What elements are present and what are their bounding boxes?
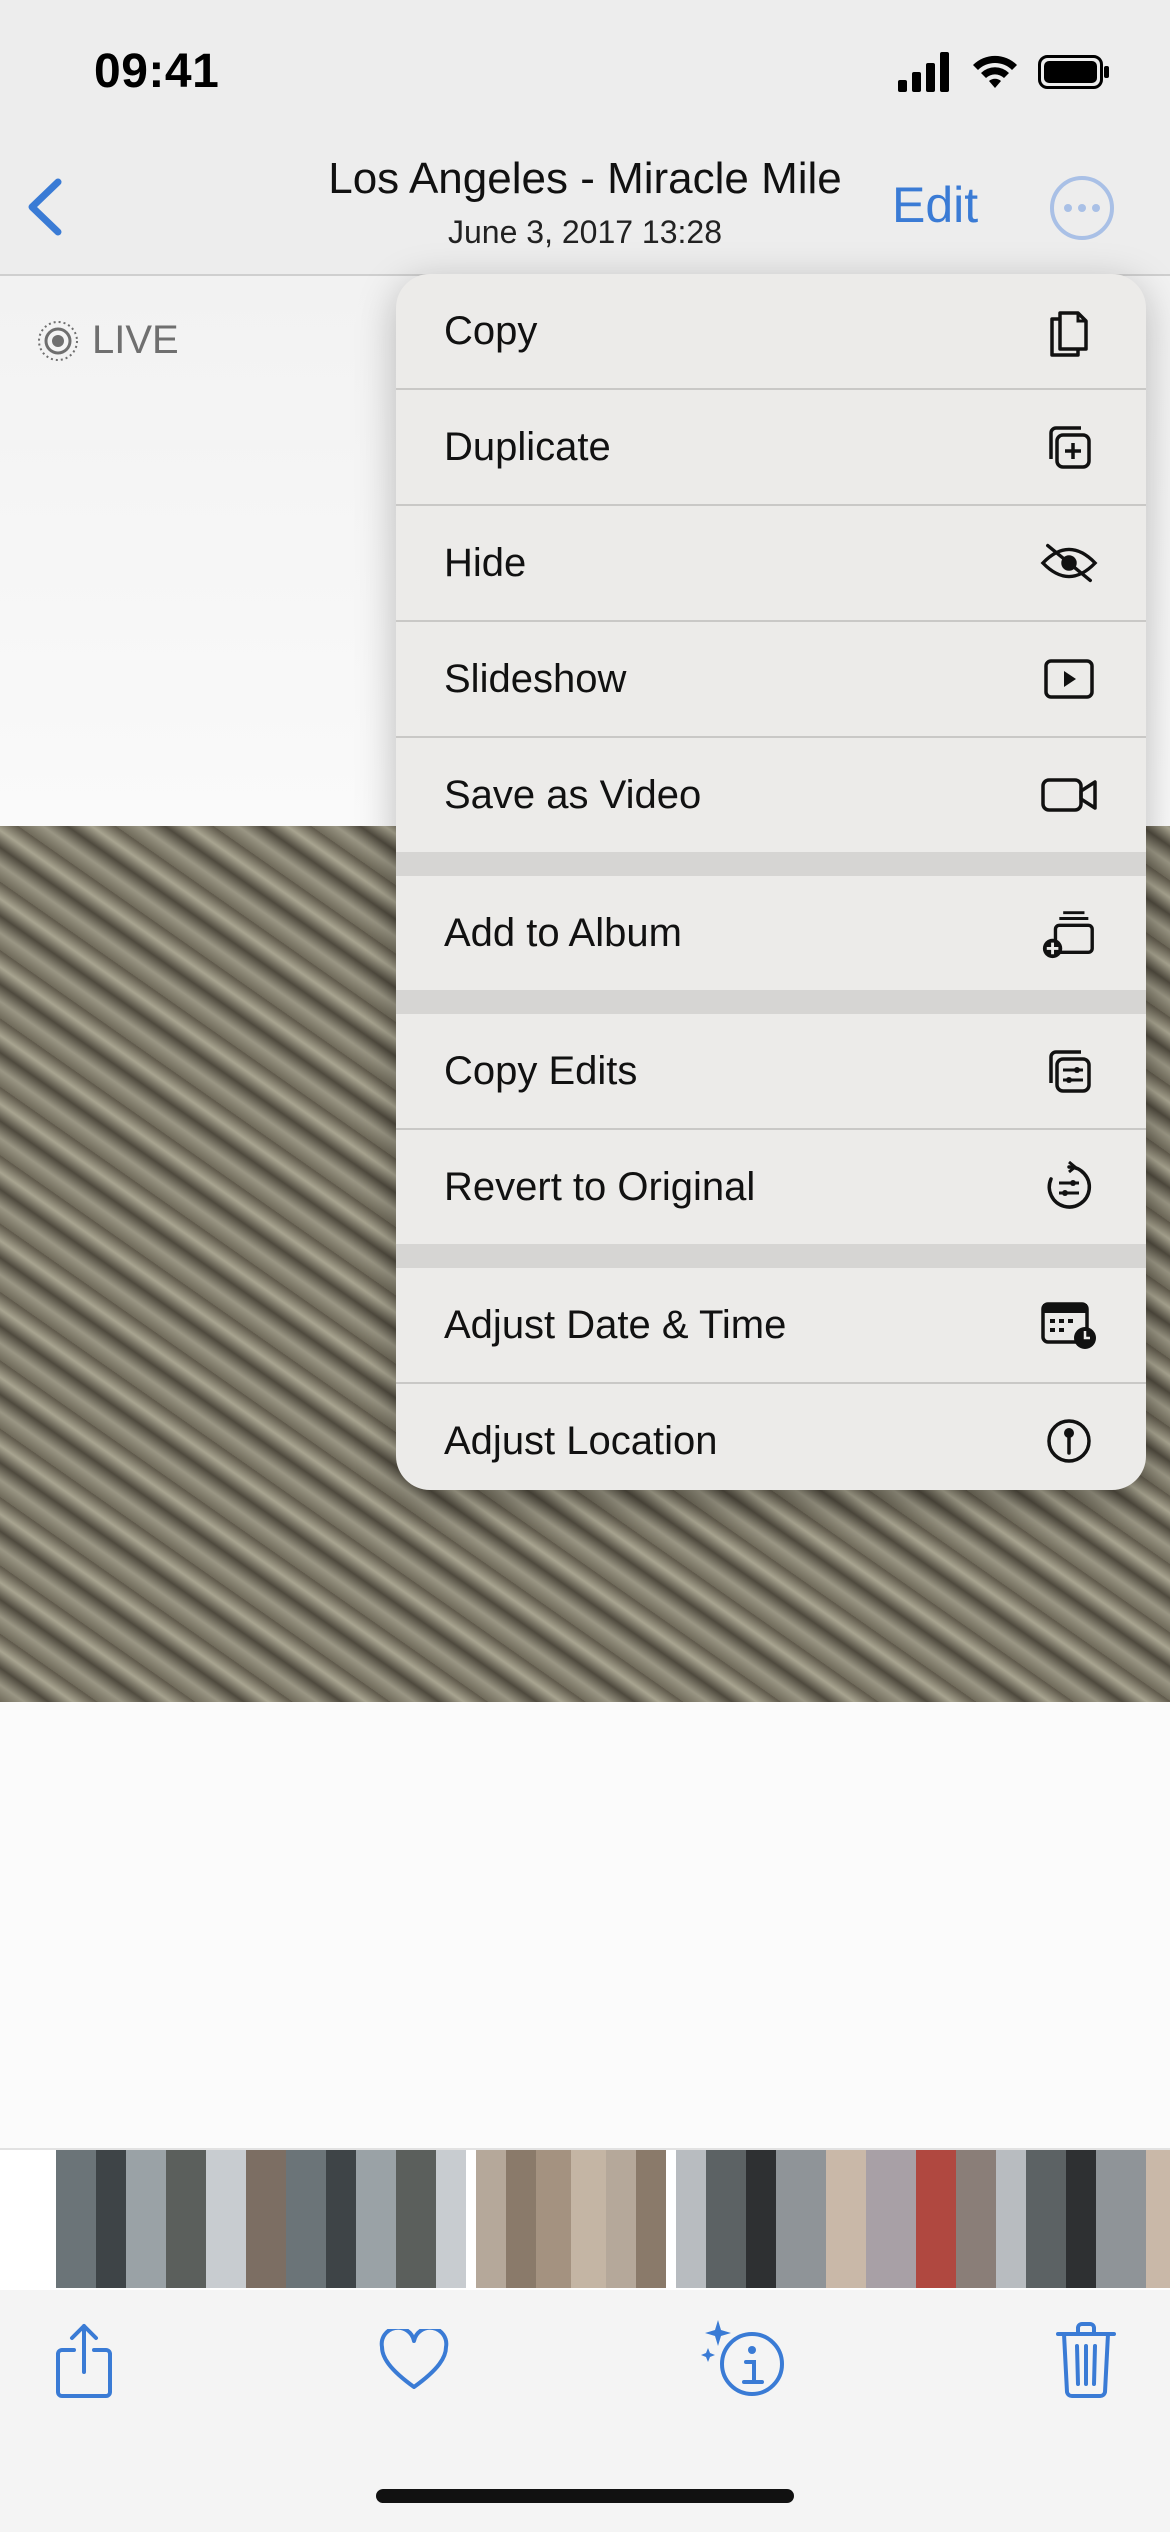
thumbnail[interactable] <box>476 2150 666 2288</box>
more-button[interactable] <box>1050 176 1114 240</box>
eye-slash-icon <box>1040 534 1098 592</box>
menu-item-slideshow[interactable]: Slideshow <box>396 622 1146 736</box>
menu-item-hide[interactable]: Hide <box>396 506 1146 620</box>
wifi-icon <box>970 52 1020 97</box>
menu-item-adjust-date-time[interactable]: Adjust Date & Time <box>396 1268 1146 1382</box>
page-subtitle: June 3, 2017 13:28 <box>447 214 722 250</box>
revert-icon <box>1040 1158 1098 1216</box>
context-menu: Copy Duplicate Hide Slideshow Save as Vi… <box>396 274 1146 1490</box>
status-time: 09:41 <box>94 45 220 98</box>
share-icon <box>56 2324 112 2398</box>
video-camera-icon <box>1040 766 1098 824</box>
info-button[interactable] <box>700 2318 792 2402</box>
battery-icon <box>1038 52 1110 97</box>
page-title: Los Angeles - Miracle Mile <box>328 154 842 203</box>
info-sparkle-icon <box>701 2320 784 2396</box>
share-button[interactable] <box>42 2318 126 2402</box>
menu-item-duplicate[interactable]: Duplicate <box>396 390 1146 504</box>
copy-icon <box>1040 302 1098 360</box>
status-icons <box>898 51 1110 97</box>
thumbnail[interactable] <box>676 2150 1170 2288</box>
copy-edits-icon <box>1040 1042 1098 1100</box>
live-label: LIVE <box>92 318 179 362</box>
location-pin-icon <box>1040 1412 1098 1470</box>
thumbnail[interactable] <box>56 2150 466 2288</box>
menu-item-copy[interactable]: Copy <box>396 274 1146 388</box>
edit-button[interactable]: Edit <box>892 176 978 234</box>
add-to-album-icon <box>1040 904 1098 962</box>
photo-background-bottom <box>0 1702 1170 2148</box>
heart-icon <box>379 2329 449 2389</box>
favorite-button[interactable] <box>372 2318 456 2402</box>
menu-item-copy-edits[interactable]: Copy Edits <box>396 1014 1146 1128</box>
live-badge[interactable]: LIVE <box>36 318 179 363</box>
home-indicator[interactable] <box>376 2489 794 2503</box>
slideshow-icon <box>1040 650 1098 708</box>
menu-item-add-to-album[interactable]: Add to Album <box>396 876 1146 990</box>
menu-item-adjust-location[interactable]: Adjust Location <box>396 1384 1146 1490</box>
trash-icon <box>1056 2322 1116 2398</box>
menu-item-revert-to-original[interactable]: Revert to Original <box>396 1130 1146 1244</box>
menu-item-save-as-video[interactable]: Save as Video <box>396 738 1146 852</box>
delete-button[interactable] <box>1044 2318 1128 2402</box>
cellular-signal-icon <box>898 51 952 97</box>
calendar-clock-icon <box>1040 1296 1098 1354</box>
live-photo-icon <box>38 320 78 361</box>
duplicate-icon <box>1040 418 1098 476</box>
